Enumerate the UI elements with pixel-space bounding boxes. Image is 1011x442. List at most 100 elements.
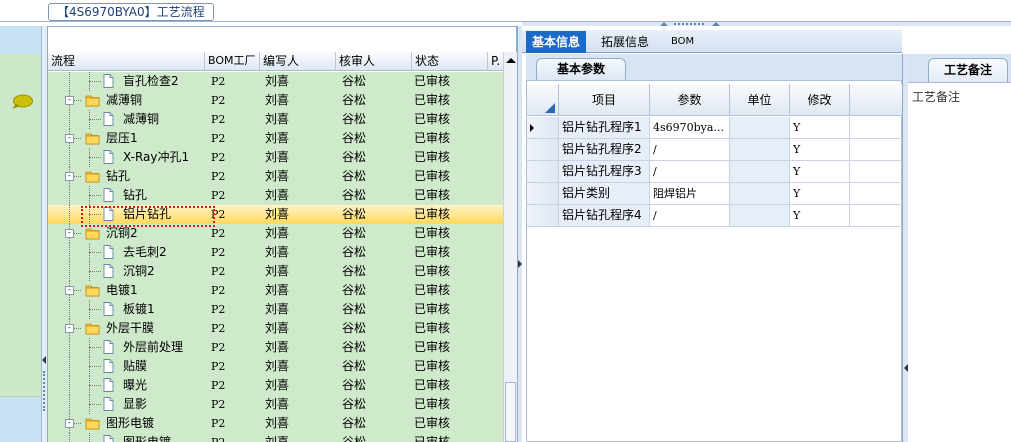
param-cell[interactable]: 阻焊铝片 (650, 183, 730, 205)
tree-node[interactable]: 外层前处理 (48, 338, 205, 357)
collapse-toggle-icon[interactable]: - (65, 96, 74, 105)
tree-node[interactable]: 曝光 (48, 376, 205, 395)
tree-row[interactable]: - 电镀1 P2 刘喜 谷松 已审核 (48, 281, 503, 300)
tree-row[interactable]: - 图形电镀 P2 刘喜 谷松 已审核 (48, 414, 503, 433)
tree-row[interactable]: 板镀1 P2 刘喜 谷松 已审核 (48, 300, 503, 319)
tree-node[interactable]: 沉铜2 (48, 262, 205, 281)
unit-cell[interactable] (730, 117, 790, 139)
grid-row[interactable]: 铝片类别 阻焊铝片 Y (527, 183, 902, 205)
tab-basic-params[interactable]: 基本参数 (536, 58, 626, 80)
collapse-toggle-icon[interactable]: - (65, 134, 74, 143)
tree-node[interactable]: 盲孔检查2 (48, 72, 205, 91)
tree-row[interactable]: 沉铜2 P2 刘喜 谷松 已审核 (48, 262, 503, 281)
tree-row[interactable]: 盲孔检查2 P2 刘喜 谷松 已审核 (48, 72, 503, 91)
header-unit[interactable]: 单位 (730, 84, 790, 116)
row-indicator[interactable] (527, 205, 559, 227)
tree-row[interactable]: - 钻孔 P2 刘喜 谷松 已审核 (48, 167, 503, 186)
header-param[interactable]: 参数 (650, 84, 730, 116)
tree-node[interactable]: 去毛刺2 (48, 243, 205, 262)
header-status[interactable]: 状态 (412, 52, 488, 71)
tree-row[interactable]: 显影 P2 刘喜 谷松 已审核 (48, 395, 503, 414)
document-icon (103, 245, 114, 259)
chat-bubble-icon[interactable] (10, 94, 34, 110)
tree-node[interactable]: 钻孔 (48, 186, 205, 205)
param-cell[interactable]: / (650, 139, 730, 161)
collapse-toggle-icon[interactable]: - (65, 172, 74, 181)
header-writer[interactable]: 编写人 (260, 52, 336, 71)
process-notes-label: 工艺备注 (912, 90, 961, 104)
param-cell[interactable]: 4s6970bya... (650, 117, 730, 139)
unit-cell[interactable] (730, 205, 790, 227)
tab-bom[interactable]: BOM (665, 31, 700, 53)
header-bom-factory[interactable]: BOM工厂 (205, 52, 260, 71)
tree-row[interactable]: 外层前处理 P2 刘喜 谷松 已审核 (48, 338, 503, 357)
tree-row[interactable]: X-Ray冲孔1 P2 刘喜 谷松 已审核 (48, 148, 503, 167)
header-reviewer[interactable]: 核审人 (336, 52, 412, 71)
grid-row[interactable]: 铝片钻孔程序3/ Y (527, 161, 902, 183)
tree-node[interactable]: 图形电镀 (48, 433, 205, 442)
row-indicator[interactable] (527, 117, 559, 139)
header-item[interactable]: 项目 (559, 84, 650, 116)
unit-cell[interactable] (730, 161, 790, 183)
tree-node[interactable]: - 层压1 (48, 129, 205, 148)
tab-process-notes[interactable]: 工艺备注 (928, 58, 1008, 82)
tree-row[interactable]: 图形电镀 P2 刘喜 谷松 已审核 (48, 433, 503, 442)
tree-node[interactable]: - 电镀1 (48, 281, 205, 300)
unit-cell[interactable] (730, 183, 790, 205)
item-cell[interactable]: 铝片钻孔程序2 (559, 139, 650, 161)
tree-scrollbar[interactable] (503, 52, 517, 442)
param-cell[interactable]: / (650, 205, 730, 227)
row-indicator[interactable] (527, 161, 559, 183)
item-cell[interactable]: 铝片钻孔程序4 (559, 205, 650, 227)
collapse-toggle-icon[interactable]: - (65, 229, 74, 238)
tree-node[interactable]: 板镀1 (48, 300, 205, 319)
grid-row[interactable]: 铝片钻孔程序2/ Y (527, 139, 902, 161)
collapse-toggle-icon[interactable]: - (65, 324, 74, 333)
param-cell[interactable]: / (650, 161, 730, 183)
item-cell[interactable]: 铝片钻孔程序3 (559, 161, 650, 183)
collapse-toggle-icon[interactable]: - (65, 286, 74, 295)
tree-node[interactable]: - 外层干膜 (48, 319, 205, 338)
item-cell[interactable]: 铝片钻孔程序1 (559, 117, 650, 139)
tree-guide-line (69, 148, 70, 167)
tab-basic-info[interactable]: 基本信息 (526, 31, 587, 53)
splitter-grip-icon[interactable] (660, 22, 720, 26)
writer-cell: 刘喜 (265, 131, 290, 145)
tree-row[interactable]: 钻孔 P2 刘喜 谷松 已审核 (48, 186, 503, 205)
modified-cell[interactable]: Y (790, 161, 850, 183)
tree-row[interactable]: 去毛刺2 P2 刘喜 谷松 已审核 (48, 243, 503, 262)
modified-cell[interactable]: Y (790, 205, 850, 227)
scroll-up-arrow-icon[interactable] (506, 58, 516, 63)
modified-cell[interactable]: Y (790, 117, 850, 139)
header-process[interactable]: 流程 (48, 52, 205, 71)
row-indicator[interactable] (527, 183, 559, 205)
tree-node[interactable]: - 减薄铜 (48, 91, 205, 110)
status-cell: 已审核 (414, 321, 451, 335)
tree-node[interactable]: 贴膜 (48, 357, 205, 376)
modified-cell[interactable]: Y (790, 183, 850, 205)
tree-node[interactable]: - 图形电镀 (48, 414, 205, 433)
tree-row[interactable]: - 减薄铜 P2 刘喜 谷松 已审核 (48, 91, 503, 110)
reviewer-cell: 谷松 (342, 435, 367, 442)
tree-row[interactable]: 贴膜 P2 刘喜 谷松 已审核 (48, 357, 503, 376)
tree-node[interactable]: - 钻孔 (48, 167, 205, 186)
tree-row[interactable]: - 层压1 P2 刘喜 谷松 已审核 (48, 129, 503, 148)
tree-row[interactable]: 曝光 P2 刘喜 谷松 已审核 (48, 376, 503, 395)
grid-row[interactable]: 铝片钻孔程序1 4s6970bya... Y (527, 117, 902, 139)
header-p[interactable]: P. (488, 52, 503, 71)
tab-extended-info[interactable]: 拓展信息 (595, 31, 655, 53)
collapse-toggle-icon[interactable]: - (65, 419, 74, 428)
unit-cell[interactable] (730, 139, 790, 161)
tree-row[interactable]: - 外层干膜 P2 刘喜 谷松 已审核 (48, 319, 503, 338)
tree-node[interactable]: 减薄铜 (48, 110, 205, 129)
tree-node[interactable]: X-Ray冲孔1 (48, 148, 205, 167)
header-modify[interactable]: 修改 (790, 84, 850, 116)
row-indicator[interactable] (527, 139, 559, 161)
scroll-thumb[interactable] (505, 382, 516, 442)
modified-cell[interactable]: Y (790, 139, 850, 161)
grid-row[interactable]: 铝片钻孔程序4/ Y (527, 205, 902, 227)
tree-node[interactable]: 显影 (48, 395, 205, 414)
tree-row[interactable]: 减薄铜 P2 刘喜 谷松 已审核 (48, 110, 503, 129)
center-splitter[interactable] (517, 26, 522, 442)
item-cell[interactable]: 铝片类别 (559, 183, 650, 205)
